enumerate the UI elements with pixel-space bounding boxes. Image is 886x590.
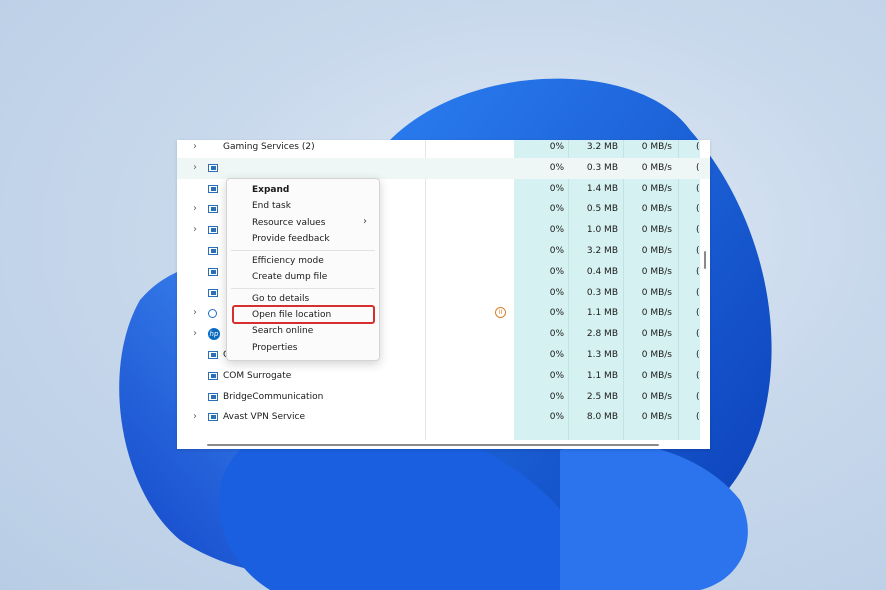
network-value: ( (696, 391, 700, 402)
process-name: Gaming Services (2) (223, 142, 315, 152)
menu-item-properties[interactable]: Properties (252, 340, 297, 356)
disk-value: 0 MB/s (641, 329, 672, 340)
circle-icon (208, 309, 217, 319)
disk-value: 0 MB/s (641, 162, 672, 173)
app-window-icon (208, 184, 218, 193)
menu-item-resource-values[interactable]: Resource values (252, 215, 325, 231)
context-menu: Expand End task Resource values › Provid… (226, 178, 380, 361)
memory-value: 1.4 MB (586, 183, 618, 194)
chevron-right-icon: › (363, 216, 367, 227)
menu-item-end-task[interactable]: End task (252, 198, 291, 214)
menu-separator (231, 250, 375, 251)
network-value: ( (696, 183, 700, 194)
cpu-value: 0% (549, 391, 564, 402)
network-value: ( (696, 329, 700, 340)
network-value: ( (696, 204, 700, 215)
memory-value: 8.0 MB (586, 412, 618, 423)
memory-value: 3.2 MB (586, 142, 618, 152)
app-window-icon (208, 371, 218, 380)
cpu-value: 0% (549, 142, 564, 152)
cpu-value: 0% (549, 287, 564, 298)
chevron-right-icon[interactable]: › (193, 303, 203, 324)
table-row[interactable]: BridgeCommunication 0% 2.5 MB 0 MB/s ( (177, 387, 710, 408)
table-row[interactable]: › 0% 0.3 MB 0 MB/s ( (177, 157, 710, 179)
disk-value: 0 MB/s (641, 349, 672, 360)
disk-value: 0 MB/s (641, 266, 672, 277)
network-value: ( (696, 162, 700, 173)
cpu-value: 0% (549, 329, 564, 340)
process-name: Avast VPN Service (223, 412, 305, 423)
disk-value: 0 MB/s (641, 245, 672, 256)
disk-value: 0 MB/s (641, 287, 672, 298)
disk-value: 0 MB/s (641, 412, 672, 423)
menu-separator (231, 288, 375, 289)
app-window-icon (208, 226, 218, 235)
memory-value: 2.5 MB (586, 391, 618, 402)
menu-item-create-dump-file[interactable]: Create dump file (252, 269, 327, 285)
paused-status-icon: II (495, 307, 506, 319)
network-value: ( (696, 308, 700, 319)
memory-value: 1.1 MB (586, 308, 618, 319)
disk-value: 0 MB/s (641, 308, 672, 319)
chevron-right-icon[interactable]: › (193, 220, 203, 241)
menu-item-expand[interactable]: Expand (252, 182, 289, 198)
disk-value: 0 MB/s (641, 183, 672, 194)
memory-value: 3.2 MB (586, 245, 618, 256)
network-value: ( (696, 349, 700, 360)
cpu-value: 0% (549, 266, 564, 277)
cpu-value: 0% (549, 245, 564, 256)
disk-value: 0 MB/s (641, 391, 672, 402)
app-window-icon (208, 267, 218, 276)
disk-value: 0 MB/s (641, 225, 672, 236)
cpu-value: 0% (549, 308, 564, 319)
app-window-icon (208, 163, 218, 172)
horizontal-scrollbar[interactable] (207, 444, 659, 446)
disk-value: 0 MB/s (641, 370, 672, 381)
app-window-icon (208, 246, 218, 255)
menu-item-efficiency-mode[interactable]: Efficiency mode (252, 253, 324, 269)
network-value: ( (696, 287, 700, 298)
app-window-icon (208, 413, 218, 422)
chevron-right-icon[interactable]: › (193, 158, 203, 179)
memory-value: 1.0 MB (586, 225, 618, 236)
memory-value: 2.8 MB (586, 329, 618, 340)
table-row[interactable]: COM Surrogate 0% 1.1 MB 0 MB/s ( (177, 366, 710, 387)
network-value: ( (696, 370, 700, 381)
cpu-value: 0% (549, 225, 564, 236)
chevron-right-icon[interactable]: › (193, 140, 203, 158)
table-row[interactable]: › Avast VPN Service 0% 8.0 MB 0 MB/s ( (177, 407, 710, 428)
vertical-scrollbar[interactable] (704, 251, 706, 269)
chevron-right-icon[interactable]: › (193, 407, 203, 428)
process-name: BridgeCommunication (223, 391, 324, 402)
menu-item-provide-feedback[interactable]: Provide feedback (252, 231, 330, 247)
table-row[interactable]: › Gaming Services (2) 0% 3.2 MB 0 MB/s ( (177, 140, 710, 158)
app-window-icon (208, 288, 218, 297)
cpu-value: 0% (549, 412, 564, 423)
process-name: COM Surrogate (223, 370, 292, 381)
cpu-value: 0% (549, 183, 564, 194)
cpu-value: 0% (549, 162, 564, 173)
chevron-right-icon[interactable]: › (193, 324, 203, 345)
app-window-icon (208, 350, 218, 359)
cpu-value: 0% (549, 370, 564, 381)
network-value: ( (696, 225, 700, 236)
memory-value: 1.3 MB (586, 349, 618, 360)
memory-value: 1.1 MB (586, 370, 618, 381)
memory-value: 0.5 MB (586, 204, 618, 215)
app-window-icon (208, 205, 218, 214)
cpu-value: 0% (549, 349, 564, 360)
chevron-right-icon[interactable]: › (193, 199, 203, 220)
memory-value: 0.4 MB (586, 266, 618, 277)
hp-icon: hp (208, 328, 220, 341)
network-value: ( (696, 412, 700, 423)
memory-value: 0.3 MB (586, 162, 618, 173)
network-value: ( (696, 142, 700, 152)
memory-value: 0.3 MB (586, 287, 618, 298)
menu-item-open-file-location[interactable]: Open file location (252, 307, 331, 323)
app-window-icon (208, 392, 218, 401)
disk-value: 0 MB/s (641, 142, 672, 152)
cpu-value: 0% (549, 204, 564, 215)
disk-value: 0 MB/s (641, 204, 672, 215)
menu-item-search-online[interactable]: Search online (252, 323, 313, 339)
